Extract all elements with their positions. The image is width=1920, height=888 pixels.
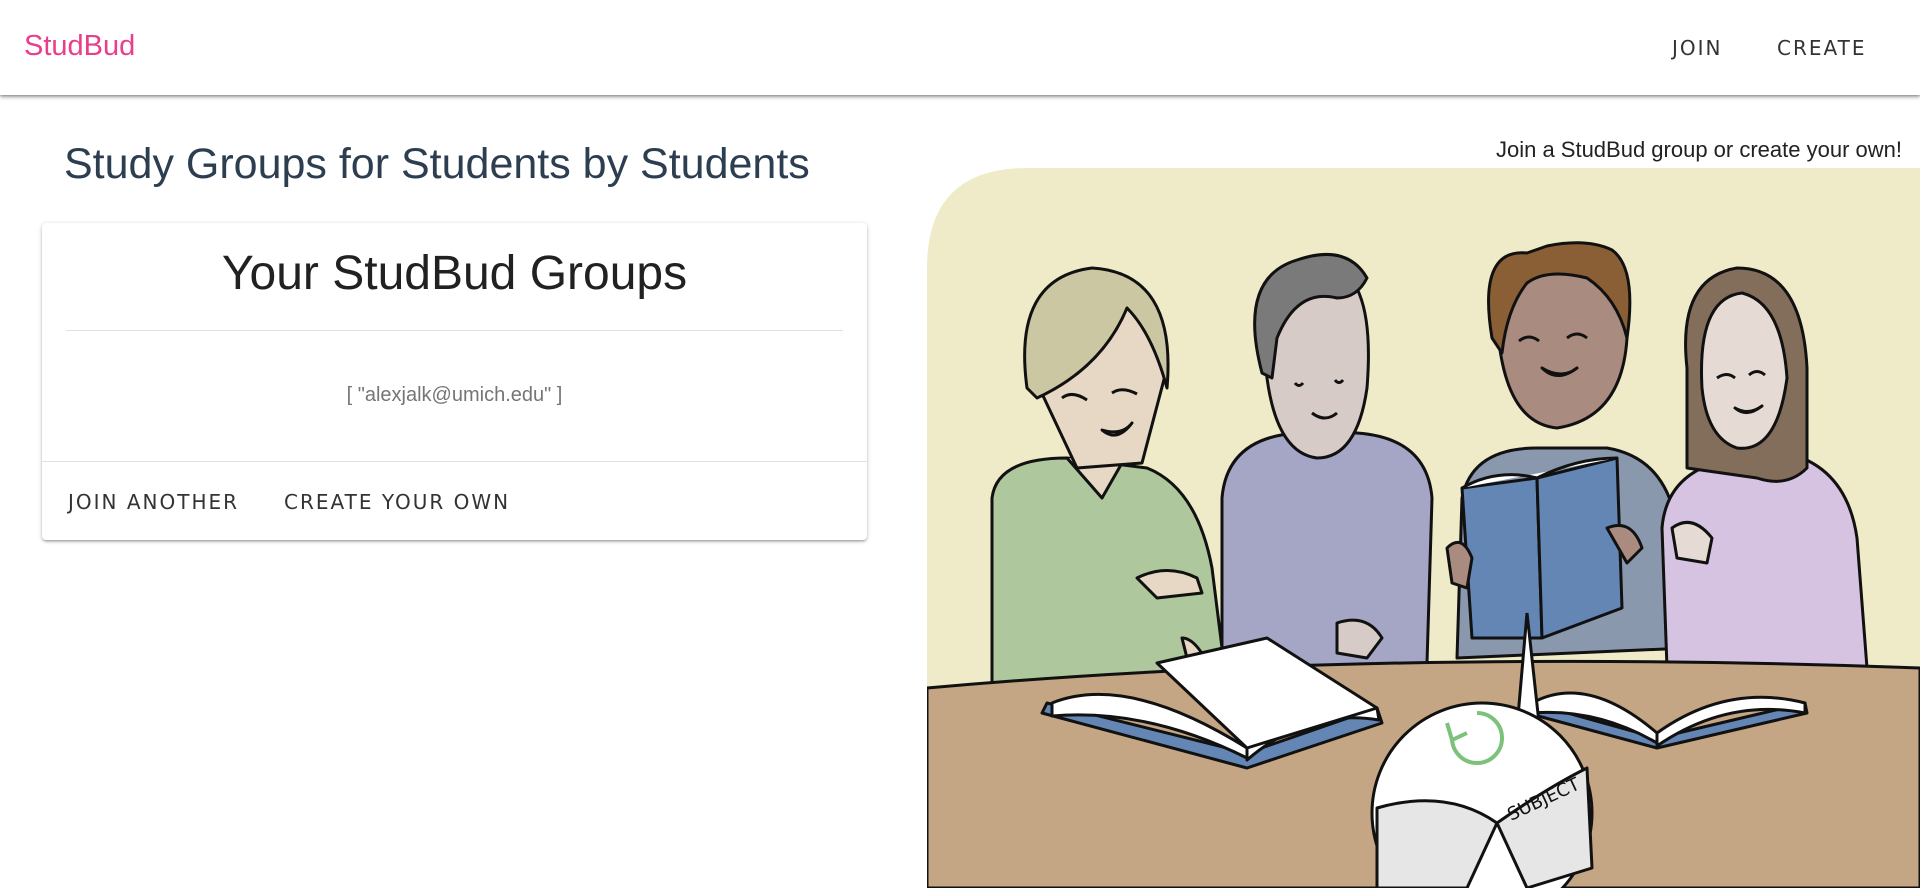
brand-logo[interactable]: StudBud bbox=[24, 30, 135, 63]
create-your-own-button[interactable]: CREATE YOUR OWN bbox=[284, 490, 510, 514]
card-actions-divider bbox=[42, 461, 867, 462]
nav-create-button[interactable]: CREATE bbox=[1777, 36, 1866, 60]
page-headline: Study Groups for Students by Students bbox=[64, 140, 810, 188]
join-another-button[interactable]: JOIN ANOTHER bbox=[68, 490, 239, 514]
card-divider bbox=[66, 330, 843, 331]
card-title: Your StudBud Groups bbox=[221, 247, 688, 300]
group-members-list: [ "alexjalk@umich.edu" ] bbox=[346, 384, 563, 406]
tagline: Join a StudBud group or create your own! bbox=[1495, 137, 1902, 162]
nav-join-button[interactable]: JOIN bbox=[1672, 36, 1723, 60]
study-group-illustration: SUBJECT bbox=[927, 168, 1920, 888]
app-bar: StudBud JOIN CREATE bbox=[0, 0, 1920, 95]
